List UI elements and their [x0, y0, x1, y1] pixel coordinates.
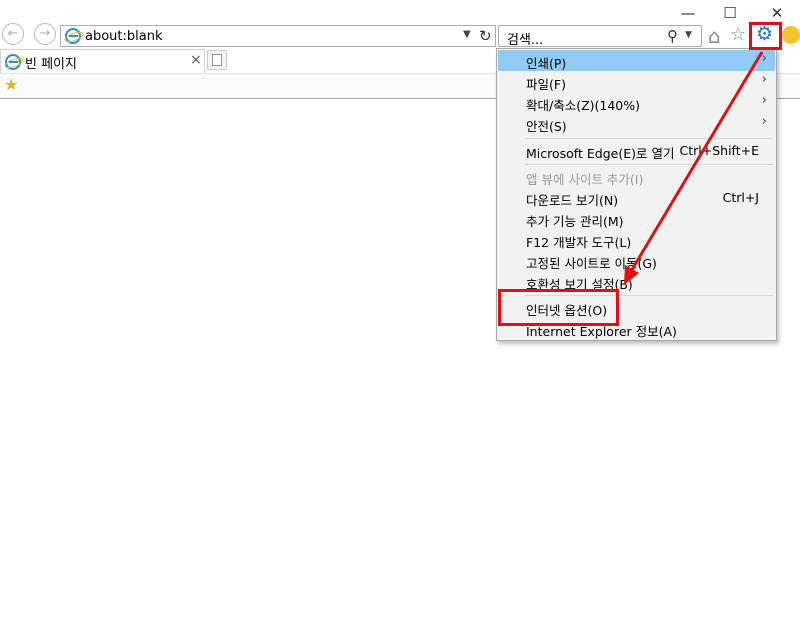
annotation-arrow-line [628, 51, 764, 274]
annotation-arrow [624, 51, 764, 285]
